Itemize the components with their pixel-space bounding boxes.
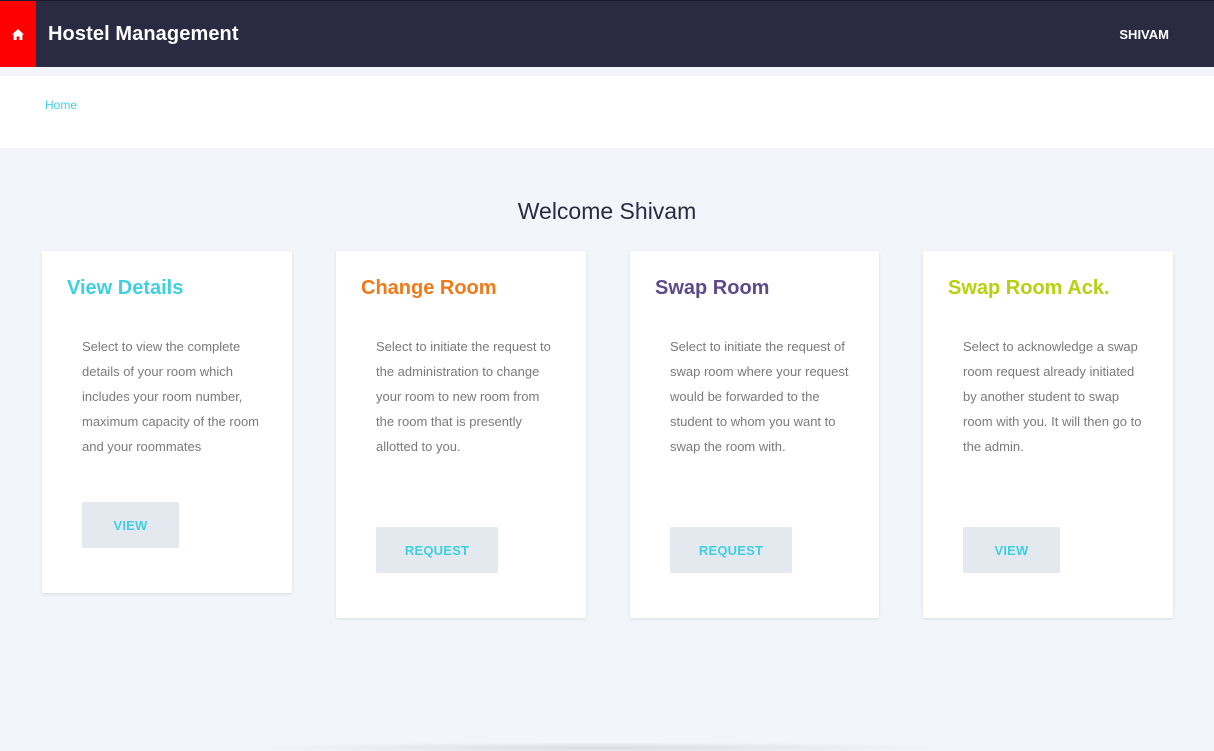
card-title: Change Room bbox=[361, 277, 497, 299]
breadcrumb-home[interactable]: Home bbox=[45, 98, 77, 112]
card-change-room: Change Room Select to initiate the reque… bbox=[336, 251, 586, 618]
app-title[interactable]: Hostel Management bbox=[48, 23, 239, 46]
view-details-button[interactable]: VIEW bbox=[82, 502, 179, 548]
change-room-request-button[interactable]: REQUEST bbox=[376, 527, 498, 573]
card-description: Select to view the complete details of y… bbox=[82, 339, 260, 454]
welcome-heading: Welcome Shivam bbox=[517, 198, 697, 224]
top-navbar: Hostel Management SHIVAM bbox=[0, 0, 1214, 67]
swap-room-request-button[interactable]: REQUEST bbox=[670, 527, 792, 573]
footer-shadow bbox=[250, 742, 950, 751]
card-title: Swap Room bbox=[655, 277, 770, 299]
card-description: Select to initiate the request of swap r… bbox=[670, 339, 849, 454]
card-description: Select to initiate the request to the ad… bbox=[376, 339, 551, 454]
home-button[interactable] bbox=[0, 1, 36, 67]
home-icon bbox=[12, 28, 24, 40]
card-swap-room-ack: Swap Room Ack. Select to acknowledge a s… bbox=[923, 251, 1173, 618]
card-swap-room: Swap Room Select to initiate the request… bbox=[630, 251, 879, 618]
card-view-details: View Details Select to view the complete… bbox=[42, 251, 292, 593]
swap-ack-view-button[interactable]: VIEW bbox=[963, 527, 1060, 573]
breadcrumb-bar: Home bbox=[0, 76, 1214, 148]
user-menu[interactable]: SHIVAM bbox=[1119, 1, 1169, 67]
card-title: Swap Room Ack. bbox=[948, 277, 1110, 299]
card-description: Select to acknowledge a swap room reques… bbox=[963, 339, 1142, 454]
card-title: View Details bbox=[67, 277, 184, 299]
page: Hostel Management SHIVAM Home Welcome Sh… bbox=[0, 0, 1214, 751]
